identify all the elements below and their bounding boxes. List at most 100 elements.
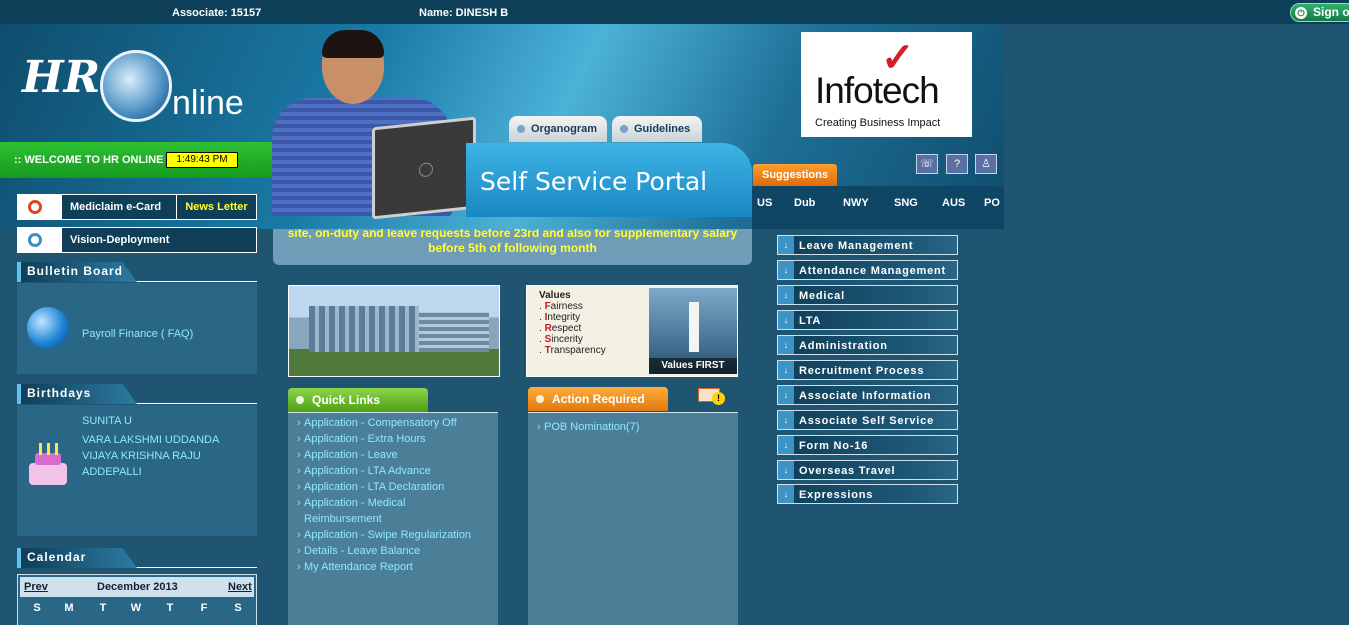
building-image: [309, 306, 419, 352]
tab-label: Guidelines: [634, 123, 691, 135]
country-nwy[interactable]: NWY: [843, 197, 869, 209]
menu-expressions[interactable]: ↓ Expressions: [777, 484, 958, 504]
country-aus[interactable]: AUS: [942, 197, 965, 209]
building-image: [419, 312, 489, 352]
arrow-down-icon: ↓: [778, 236, 794, 254]
weekday: S: [33, 602, 41, 614]
value-item: . Fairness: [539, 301, 583, 312]
portal-title: Self Service Portal: [480, 167, 708, 196]
sign-out-button[interactable]: ⏻ Sign o: [1290, 3, 1349, 22]
country-us[interactable]: US: [757, 197, 772, 209]
birthday-name: ADDEPALLI: [82, 466, 142, 478]
menu-associate-self-service[interactable]: ↓ Associate Self Service: [777, 410, 958, 430]
weekday: T: [99, 602, 107, 614]
quick-link[interactable]: My Attendance Report: [297, 561, 413, 573]
company-logo: ✓ Infotech Creating Business Impact: [801, 32, 972, 137]
brand-name: Infotech: [815, 70, 940, 111]
quick-link[interactable]: Application - LTA Advance: [297, 465, 431, 477]
calendar-header: Calendar: [17, 548, 257, 568]
quick-link[interactable]: Application - Extra Hours: [297, 433, 426, 445]
arrow-down-icon: ↓: [778, 311, 794, 329]
calendar-month: December 2013: [97, 581, 178, 593]
tab-guidelines[interactable]: Guidelines: [612, 116, 702, 142]
action-required-header: Action Required: [528, 387, 668, 411]
birthday-name: VIJAYA KRISHNA RAJU: [82, 450, 201, 462]
mediclaim-icon: [18, 195, 62, 219]
tab-organogram[interactable]: Organogram: [509, 116, 607, 142]
newsletter-link[interactable]: News Letter: [176, 195, 256, 219]
associate-id: Associate: 15157: [172, 7, 262, 19]
welcome-text: :: WELCOME TO HR ONLINE: [14, 154, 164, 166]
birthday-name: VARA LAKSHMI UDDANDA: [82, 434, 220, 446]
lighthouse-image: Values FIRST: [649, 288, 737, 374]
calendar-title: Calendar: [17, 548, 137, 568]
ticker-line: site, on-duty and leave requests before …: [287, 229, 738, 240]
birthdays-panel: SUNITA U VARA LAKSHMI UDDANDA VIJAYA KRI…: [17, 405, 257, 536]
country-sng[interactable]: SNG: [894, 197, 918, 209]
menu-administration[interactable]: ↓ Administration: [777, 335, 958, 355]
quick-link[interactable]: Application - LTA Declaration: [297, 481, 444, 493]
action-required-title: Action Required: [552, 392, 645, 406]
value-item: . Sincerity: [539, 334, 583, 345]
menu-form-no-16[interactable]: ↓ Form No-16: [777, 435, 958, 455]
action-item[interactable]: POB Nomination(7): [537, 421, 639, 433]
menu-overseas-travel[interactable]: ↓ Overseas Travel: [777, 460, 958, 480]
lighthouse-tower: [689, 302, 699, 352]
suggestions-tab[interactable]: Suggestions: [753, 164, 837, 186]
menu-lta[interactable]: ↓ LTA: [777, 310, 958, 330]
calendar-prev-link[interactable]: Prev: [24, 581, 48, 593]
arrow-down-icon: ↓: [778, 386, 794, 404]
quick-link-continued[interactable]: Reimbursement: [304, 513, 382, 525]
portal-title-panel: Self Service Portal: [466, 143, 752, 217]
vision-deployment-button[interactable]: Vision-Deployment: [17, 227, 257, 253]
arrow-down-icon: ↓: [778, 286, 794, 304]
arrow-down-icon: ↓: [778, 411, 794, 429]
menu-associate-information[interactable]: ↓ Associate Information: [777, 385, 958, 405]
arrow-down-icon: ↓: [778, 461, 794, 479]
weekday: F: [200, 602, 208, 614]
calendar-next-link[interactable]: Next: [228, 581, 252, 593]
help-icon[interactable]: ?: [946, 154, 968, 174]
birthday-cake-icon: [29, 443, 67, 487]
brand-tagline: Creating Business Impact: [815, 117, 941, 129]
handshake-globe-icon: [100, 50, 172, 122]
phone-icon[interactable]: ☏: [916, 154, 938, 174]
menu-recruitment-process[interactable]: ↓ Recruitment Process: [777, 360, 958, 380]
birthdays-header: Birthdays: [17, 384, 257, 404]
user-icon[interactable]: ♙: [975, 154, 997, 174]
weekday: S: [234, 602, 242, 614]
welcome-bar: :: WELCOME TO HR ONLINE 1:49:43 PM: [0, 142, 272, 178]
quick-link[interactable]: Application - Medical: [297, 497, 405, 509]
quick-link[interactable]: Application - Compensatory Off: [297, 417, 457, 429]
tab-label: Organogram: [531, 123, 598, 135]
bullet-icon: [620, 125, 628, 133]
mail-alert-icon[interactable]: !: [698, 386, 725, 405]
arrow-down-icon: ↓: [778, 485, 794, 503]
vision-label: Vision-Deployment: [70, 234, 170, 246]
quick-links-panel: Application - Compensatory Off Applicati…: [288, 412, 498, 625]
value-item: . Transparency: [539, 345, 606, 356]
bulletin-title: Bulletin Board: [17, 262, 137, 282]
menu-medical[interactable]: ↓ Medical: [777, 285, 958, 305]
top-bar: Associate: 15157 Name: DINESH B ⏻ Sign o: [0, 0, 1349, 24]
bullet-icon: [536, 395, 544, 403]
bulletin-board-header: Bulletin Board: [17, 262, 257, 282]
birthdays-title: Birthdays: [17, 384, 137, 404]
weekday: M: [64, 602, 74, 614]
menu-attendance-management[interactable]: ↓ Attendance Management: [777, 260, 958, 280]
country-dub[interactable]: Dub: [794, 197, 815, 209]
bullet-icon: [296, 396, 304, 404]
laptop-image: [372, 116, 476, 220]
birthday-name: SUNITA U: [82, 415, 132, 427]
globe-icon: [27, 307, 69, 349]
quick-link[interactable]: Application - Leave: [297, 449, 398, 461]
mediclaim-button[interactable]: Mediclaim e-Card News Letter: [17, 194, 257, 220]
quick-link[interactable]: Application - Swipe Regularization: [297, 529, 471, 541]
menu-leave-management[interactable]: ↓ Leave Management: [777, 235, 958, 255]
values-banner: Values . Fairness . Integrity . Respect …: [526, 285, 738, 377]
payroll-faq-link[interactable]: Payroll Finance ( FAQ): [82, 328, 193, 340]
country-links: US Dub NWY SNG AUS PO: [752, 186, 1004, 229]
values-title: Values: [539, 290, 571, 301]
quick-link[interactable]: Details - Leave Balance: [297, 545, 420, 557]
country-po[interactable]: PO: [984, 197, 1000, 209]
